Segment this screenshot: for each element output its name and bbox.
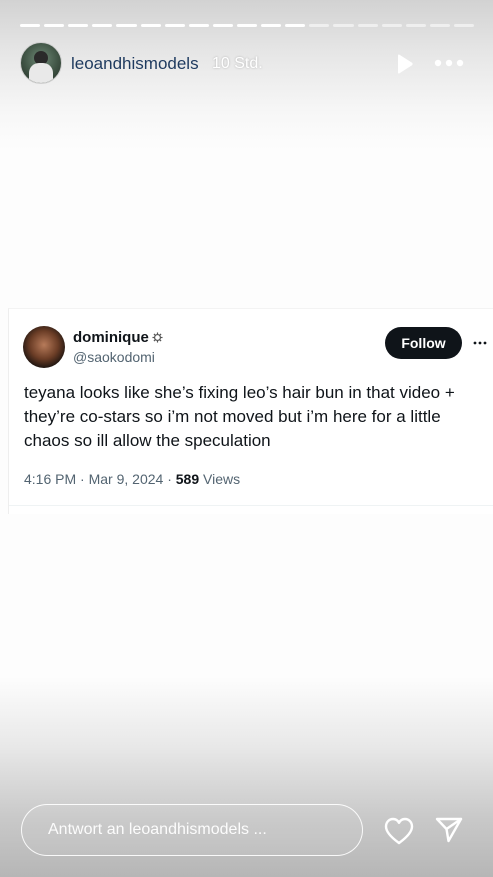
progress-segment — [453, 24, 475, 27]
tweet-card: dominique @saokodomi Follow teyana looks… — [8, 308, 493, 514]
reply-box[interactable] — [21, 804, 363, 856]
gear-icon — [152, 332, 163, 343]
progress-segment — [212, 24, 233, 27]
progress-segment — [236, 24, 258, 27]
story-username[interactable]: leoandhismodels — [71, 54, 199, 74]
story-header: leoandhismodels 10 Std. — [20, 42, 474, 84]
story-viewer: leoandhismodels 10 Std. dominique @saoko… — [0, 0, 493, 877]
tweet-time: 4:16 PM — [24, 471, 77, 487]
play-icon[interactable] — [393, 53, 415, 75]
meta-separator: · — [76, 471, 89, 487]
progress-segment — [429, 24, 450, 27]
tweet-author-name[interactable]: dominique — [73, 329, 149, 346]
tweet-divider — [9, 505, 493, 506]
tweet-date: Mar 9, 2024 — [88, 471, 164, 487]
progress-segment — [357, 24, 378, 27]
progress-segment — [405, 24, 426, 27]
progress-segment — [20, 24, 41, 27]
progress-segment — [140, 24, 161, 27]
progress-segment — [164, 24, 185, 27]
story-timestamp: 10 Std. — [212, 55, 263, 72]
progress-segment — [44, 24, 65, 27]
progress-segment — [92, 24, 113, 27]
send-icon[interactable] — [434, 815, 464, 845]
profile-avatar[interactable] — [20, 42, 62, 84]
tweet-more-icon[interactable] — [473, 336, 487, 350]
follow-button[interactable]: Follow — [385, 327, 462, 359]
tweet-author-row: dominique — [73, 329, 163, 346]
progress-segment — [333, 24, 354, 27]
tweet-views-label: Views — [199, 471, 241, 487]
heart-icon[interactable] — [383, 816, 415, 846]
tweet-meta: 4:16 PM · Mar 9, 2024 · 589 Views — [24, 471, 240, 487]
progress-segment — [116, 24, 137, 27]
progress-segment — [68, 24, 89, 27]
more-horizontal-icon[interactable] — [434, 57, 464, 69]
reply-input[interactable] — [46, 820, 350, 840]
story-progress-bar — [20, 24, 475, 27]
tweet-views-count: 589 — [175, 471, 200, 487]
meta-separator: · — [163, 471, 176, 487]
progress-segment — [309, 24, 330, 27]
tweet-text: teyana looks like she’s fixing leo’s hai… — [24, 383, 455, 450]
tweet-handle[interactable]: @saokodomi — [73, 349, 155, 365]
tweet-avatar[interactable] — [23, 326, 65, 368]
progress-segment — [261, 24, 282, 27]
progress-segment — [285, 24, 306, 27]
progress-segment — [188, 24, 209, 27]
progress-segment — [381, 24, 402, 27]
